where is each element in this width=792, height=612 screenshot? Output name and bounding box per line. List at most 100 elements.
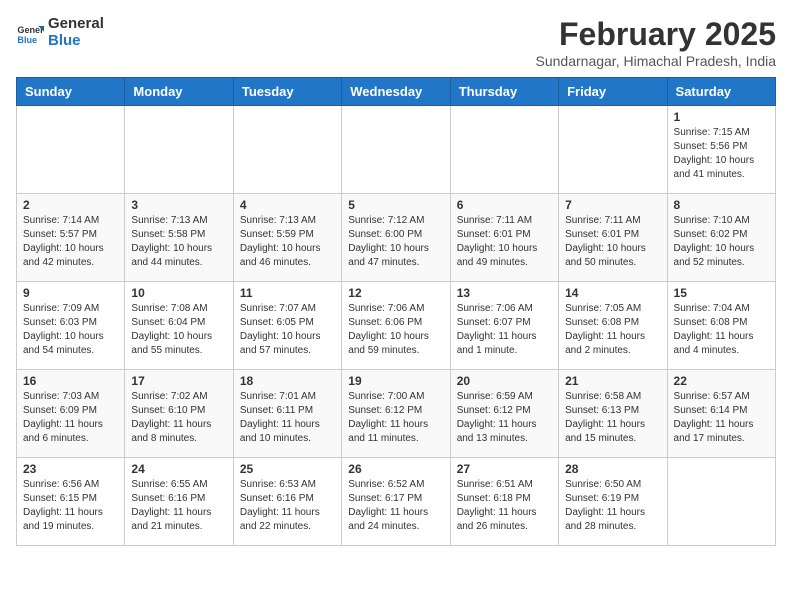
day-cell [125, 106, 233, 194]
day-number: 6 [457, 198, 552, 212]
location: Sundarnagar, Himachal Pradesh, India [536, 53, 776, 69]
day-number: 13 [457, 286, 552, 300]
day-cell: 28Sunrise: 6:50 AM Sunset: 6:19 PM Dayli… [559, 458, 667, 546]
day-cell: 19 Sunrise: 7:00 AM Sunset: 6:12 PM Dayli… [342, 370, 450, 458]
day-number: 12 [348, 286, 443, 300]
day-info: Sunrise: 7:09 AM Sunset: 6:03 PM Dayligh… [23, 302, 118, 358]
day-cell: 7Sunrise: 7:11 AM Sunset: 6:01 PM Daylig… [559, 194, 667, 282]
day-info: Sunrise: 6:57 AM Sunset: 6:14 PM Dayligh… [674, 390, 769, 446]
day-info: Sunrise: 7:14 AM Sunset: 5:57 PM Dayligh… [23, 214, 118, 270]
day-cell: 27 Sunrise: 6:51 AM Sunset: 6:18 PM Dayli… [450, 458, 558, 546]
day-cell: 11 Sunrise: 7:07 AM Sunset: 6:05 PM Dayli… [233, 282, 341, 370]
day-cell: 13 Sunrise: 7:06 AM Sunset: 6:07 PM Dayli… [450, 282, 558, 370]
day-cell: 2 Sunrise: 7:14 AM Sunset: 5:57 PM Daylig… [17, 194, 125, 282]
day-number: 5 [348, 198, 443, 212]
day-cell: 21 Sunrise: 6:58 AM Sunset: 6:13 PM Dayli… [559, 370, 667, 458]
day-info: Sunrise: 7:13 AM Sunset: 5:59 PM Dayligh… [240, 214, 335, 270]
day-cell [342, 106, 450, 194]
day-number: 15 [674, 286, 769, 300]
logo-general: General [48, 16, 104, 33]
day-number: 21 [565, 374, 660, 388]
day-info: Sunrise: 6:58 AM Sunset: 6:13 PM Dayligh… [565, 390, 660, 446]
day-info: Sunrise: 7:05 AM Sunset: 6:08 PM Dayligh… [565, 302, 660, 358]
day-number: 3 [131, 198, 226, 212]
day-info: Sunrise: 7:15 AM Sunset: 5:56 PM Dayligh… [674, 126, 769, 182]
day-cell: 20 Sunrise: 6:59 AM Sunset: 6:12 PM Dayli… [450, 370, 558, 458]
week-row-1: 2 Sunrise: 7:14 AM Sunset: 5:57 PM Daylig… [17, 194, 776, 282]
week-row-0: 1 Sunrise: 7:15 AM Sunset: 5:56 PM Daylig… [17, 106, 776, 194]
day-cell: 15 Sunrise: 7:04 AM Sunset: 6:08 PM Dayli… [667, 282, 775, 370]
day-number: 1 [674, 110, 769, 124]
day-info: Sunrise: 6:52 AM Sunset: 6:17 PM Dayligh… [348, 478, 443, 534]
day-cell: 5 Sunrise: 7:12 AM Sunset: 6:00 PM Daylig… [342, 194, 450, 282]
day-cell: 25Sunrise: 6:53 AM Sunset: 6:16 PM Dayli… [233, 458, 341, 546]
day-number: 11 [240, 286, 335, 300]
day-cell: 26 Sunrise: 6:52 AM Sunset: 6:17 PM Dayli… [342, 458, 450, 546]
day-cell: 1 Sunrise: 7:15 AM Sunset: 5:56 PM Daylig… [667, 106, 775, 194]
day-number: 9 [23, 286, 118, 300]
day-number: 27 [457, 462, 552, 476]
page-header: General Blue General Blue February 2025 … [16, 16, 776, 69]
title-block: February 2025 Sundarnagar, Himachal Prad… [536, 16, 776, 69]
weekday-header-tuesday: Tuesday [233, 78, 341, 106]
day-info: Sunrise: 7:02 AM Sunset: 6:10 PM Dayligh… [131, 390, 226, 446]
day-cell: 10Sunrise: 7:08 AM Sunset: 6:04 PM Dayli… [125, 282, 233, 370]
day-info: Sunrise: 6:59 AM Sunset: 6:12 PM Dayligh… [457, 390, 552, 446]
day-info: Sunrise: 7:07 AM Sunset: 6:05 PM Dayligh… [240, 302, 335, 358]
day-cell: 12 Sunrise: 7:06 AM Sunset: 6:06 PM Dayli… [342, 282, 450, 370]
day-info: Sunrise: 6:51 AM Sunset: 6:18 PM Dayligh… [457, 478, 552, 534]
weekday-header-saturday: Saturday [667, 78, 775, 106]
day-info: Sunrise: 7:04 AM Sunset: 6:08 PM Dayligh… [674, 302, 769, 358]
day-cell [233, 106, 341, 194]
day-info: Sunrise: 7:11 AM Sunset: 6:01 PM Dayligh… [565, 214, 660, 270]
day-number: 22 [674, 374, 769, 388]
day-number: 2 [23, 198, 118, 212]
day-number: 17 [131, 374, 226, 388]
day-info: Sunrise: 6:56 AM Sunset: 6:15 PM Dayligh… [23, 478, 118, 534]
day-info: Sunrise: 7:10 AM Sunset: 6:02 PM Dayligh… [674, 214, 769, 270]
day-info: Sunrise: 7:12 AM Sunset: 6:00 PM Dayligh… [348, 214, 443, 270]
day-cell: 3Sunrise: 7:13 AM Sunset: 5:58 PM Daylig… [125, 194, 233, 282]
day-number: 14 [565, 286, 660, 300]
day-cell: 6 Sunrise: 7:11 AM Sunset: 6:01 PM Daylig… [450, 194, 558, 282]
day-cell: 18 Sunrise: 7:01 AM Sunset: 6:11 PM Dayli… [233, 370, 341, 458]
weekday-header-row: SundayMondayTuesdayWednesdayThursdayFrid… [17, 78, 776, 106]
weekday-header-monday: Monday [125, 78, 233, 106]
day-number: 20 [457, 374, 552, 388]
day-number: 25 [240, 462, 335, 476]
day-number: 23 [23, 462, 118, 476]
weekday-header-sunday: Sunday [17, 78, 125, 106]
day-cell [667, 458, 775, 546]
day-cell: 24Sunrise: 6:55 AM Sunset: 6:16 PM Dayli… [125, 458, 233, 546]
day-number: 16 [23, 374, 118, 388]
day-info: Sunrise: 7:08 AM Sunset: 6:04 PM Dayligh… [131, 302, 226, 358]
day-info: Sunrise: 7:06 AM Sunset: 6:07 PM Dayligh… [457, 302, 552, 358]
day-cell [450, 106, 558, 194]
logo-blue: Blue [48, 33, 104, 50]
week-row-3: 16 Sunrise: 7:03 AM Sunset: 6:09 PM Dayli… [17, 370, 776, 458]
day-info: Sunrise: 7:01 AM Sunset: 6:11 PM Dayligh… [240, 390, 335, 446]
day-cell: 16 Sunrise: 7:03 AM Sunset: 6:09 PM Dayli… [17, 370, 125, 458]
day-info: Sunrise: 7:03 AM Sunset: 6:09 PM Dayligh… [23, 390, 118, 446]
day-number: 8 [674, 198, 769, 212]
day-number: 18 [240, 374, 335, 388]
day-cell: 22 Sunrise: 6:57 AM Sunset: 6:14 PM Dayli… [667, 370, 775, 458]
day-info: Sunrise: 7:11 AM Sunset: 6:01 PM Dayligh… [457, 214, 552, 270]
svg-text:Blue: Blue [17, 34, 37, 44]
day-number: 26 [348, 462, 443, 476]
day-number: 4 [240, 198, 335, 212]
day-number: 19 [348, 374, 443, 388]
day-info: Sunrise: 6:55 AM Sunset: 6:16 PM Dayligh… [131, 478, 226, 534]
day-cell: 9 Sunrise: 7:09 AM Sunset: 6:03 PM Daylig… [17, 282, 125, 370]
day-cell: 23 Sunrise: 6:56 AM Sunset: 6:15 PM Dayli… [17, 458, 125, 546]
day-info: Sunrise: 7:00 AM Sunset: 6:12 PM Dayligh… [348, 390, 443, 446]
day-cell: 8 Sunrise: 7:10 AM Sunset: 6:02 PM Daylig… [667, 194, 775, 282]
day-cell: 17 Sunrise: 7:02 AM Sunset: 6:10 PM Dayli… [125, 370, 233, 458]
day-cell [17, 106, 125, 194]
day-cell: 4 Sunrise: 7:13 AM Sunset: 5:59 PM Daylig… [233, 194, 341, 282]
week-row-4: 23 Sunrise: 6:56 AM Sunset: 6:15 PM Dayli… [17, 458, 776, 546]
day-info: Sunrise: 7:06 AM Sunset: 6:06 PM Dayligh… [348, 302, 443, 358]
week-row-2: 9 Sunrise: 7:09 AM Sunset: 6:03 PM Daylig… [17, 282, 776, 370]
month-year: February 2025 [536, 16, 776, 53]
logo: General Blue General Blue [16, 16, 104, 49]
